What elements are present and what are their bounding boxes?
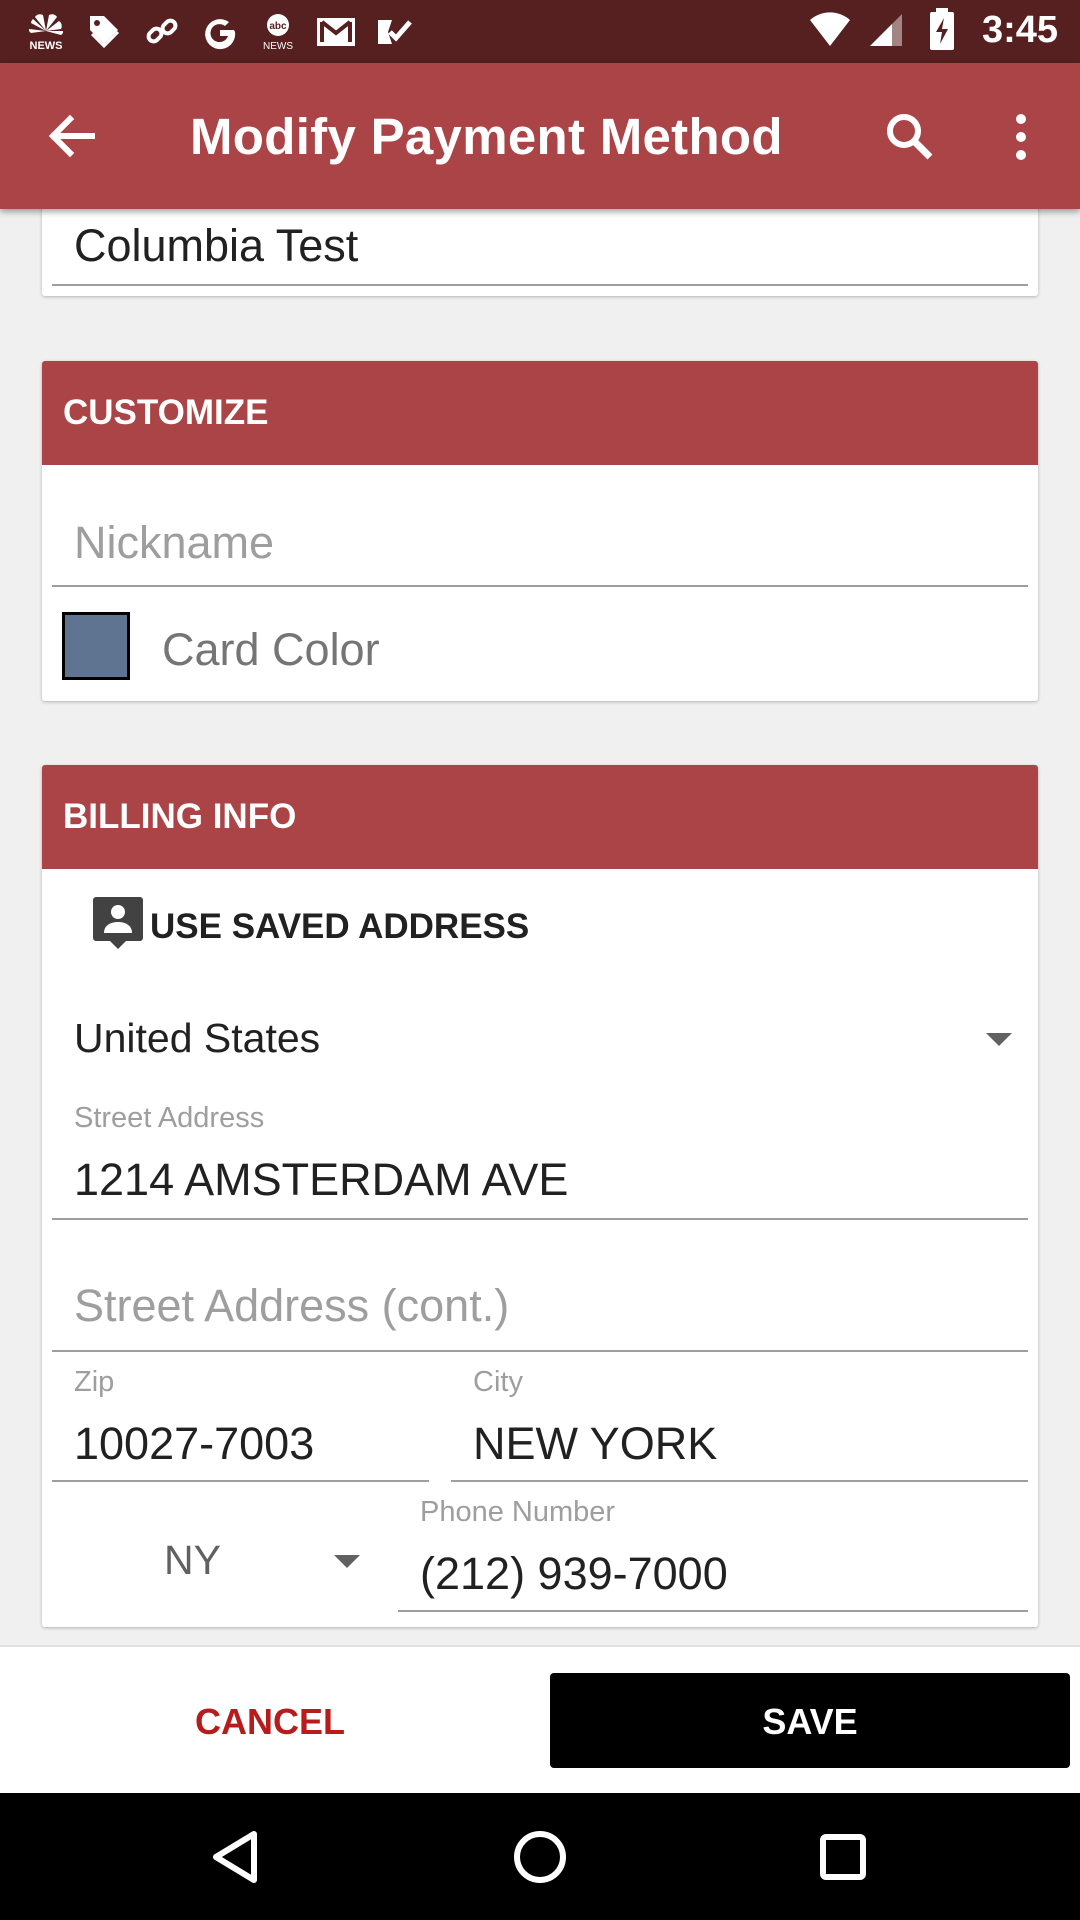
dropdown-arrow-icon — [984, 1029, 1014, 1054]
dropdown-arrow-icon — [332, 1551, 362, 1576]
search-icon[interactable] — [880, 107, 940, 167]
billing-info-header: BILLING INFO — [42, 765, 1038, 869]
nickname-field[interactable]: Nickname — [52, 481, 1028, 587]
country-value: United States — [74, 1015, 321, 1061]
app-bar: Modify Payment Method — [0, 63, 1080, 209]
billing-info-card: BILLING INFO USE SAVED ADDRESS United St… — [42, 765, 1038, 1627]
save-button[interactable]: SAVE — [550, 1673, 1070, 1768]
field-underline — [398, 1610, 1028, 1612]
zip-value: 10027-7003 — [74, 1418, 315, 1469]
state-value: NY — [164, 1537, 221, 1583]
phone-number-label: Phone Number — [420, 1496, 616, 1528]
svg-text:NEWS: NEWS — [30, 40, 63, 52]
system-status-icons: 3:45 — [808, 8, 1058, 52]
street-address-value: 1214 AMSTERDAM AVE — [74, 1154, 569, 1205]
nav-recents-icon[interactable] — [812, 1826, 874, 1888]
google-icon — [198, 10, 242, 54]
back-arrow-icon[interactable] — [42, 106, 102, 166]
field-underline — [52, 284, 1028, 286]
tasks-icon — [372, 10, 416, 54]
link-icon — [140, 10, 184, 54]
card-color-swatch[interactable] — [62, 612, 130, 680]
nickname-placeholder: Nickname — [74, 517, 275, 568]
svg-text:abc: abc — [269, 21, 287, 32]
notification-icons: NEWS abc NEWS — [24, 10, 416, 54]
country-dropdown[interactable]: United States — [52, 1005, 1028, 1085]
customize-header: CUSTOMIZE — [42, 361, 1038, 465]
street-address-cont-placeholder: Street Address (cont.) — [74, 1280, 510, 1331]
field-underline — [52, 1480, 429, 1482]
cardholder-name-field[interactable]: Columbia Test — [52, 210, 1028, 286]
status-bar: NEWS abc NEWS 3:45 — [0, 0, 1080, 63]
card-color-label: Card Color — [162, 624, 380, 675]
contact-card-icon — [92, 895, 144, 956]
state-dropdown[interactable]: NY — [52, 1525, 362, 1605]
gmail-icon — [314, 10, 358, 54]
use-saved-address-label: USE SAVED ADDRESS — [150, 907, 530, 946]
battery-charging-icon — [920, 8, 964, 52]
phone-number-field[interactable]: Phone Number (212) 939-7000 — [398, 1492, 1028, 1612]
page-title: Modify Payment Method — [190, 108, 783, 165]
zip-field[interactable]: Zip 10027-7003 — [52, 1362, 429, 1482]
cell-signal-icon — [864, 8, 908, 52]
customize-card: CUSTOMIZE Nickname Card Color — [42, 361, 1038, 701]
city-label: City — [473, 1366, 523, 1398]
use-saved-address-button[interactable]: USE SAVED ADDRESS — [92, 895, 592, 955]
abc-news-icon: abc NEWS — [256, 10, 300, 54]
svg-text:NEWS: NEWS — [263, 41, 293, 52]
street-address-field[interactable]: Street Address 1214 AMSTERDAM AVE — [52, 1098, 1028, 1220]
wifi-icon — [808, 8, 852, 52]
field-underline — [52, 1218, 1028, 1220]
system-nav-bar — [0, 1793, 1080, 1920]
tag-icon — [82, 10, 126, 54]
card-color-row[interactable]: Card Color — [62, 612, 662, 686]
status-time: 3:45 — [981, 8, 1058, 51]
city-value: NEW YORK — [473, 1418, 718, 1469]
field-underline — [451, 1480, 1028, 1482]
field-underline — [52, 1350, 1028, 1352]
field-underline — [52, 585, 1028, 587]
cancel-button[interactable]: CANCEL — [0, 1647, 540, 1795]
cardholder-name-value: Columbia Test — [74, 220, 359, 271]
city-field[interactable]: City NEW YORK — [451, 1362, 1028, 1482]
nbc-news-icon: NEWS — [24, 10, 68, 54]
nav-back-icon[interactable] — [206, 1826, 268, 1888]
phone-number-value: (212) 939-7000 — [420, 1548, 728, 1599]
zip-label: Zip — [74, 1366, 115, 1398]
nav-home-icon[interactable] — [509, 1826, 571, 1888]
street-address-cont-field[interactable]: Street Address (cont.) — [52, 1240, 1028, 1352]
bottom-action-bar: CANCEL SAVE — [0, 1645, 1080, 1795]
street-address-label: Street Address — [74, 1102, 265, 1134]
more-options-icon[interactable] — [996, 107, 1046, 167]
